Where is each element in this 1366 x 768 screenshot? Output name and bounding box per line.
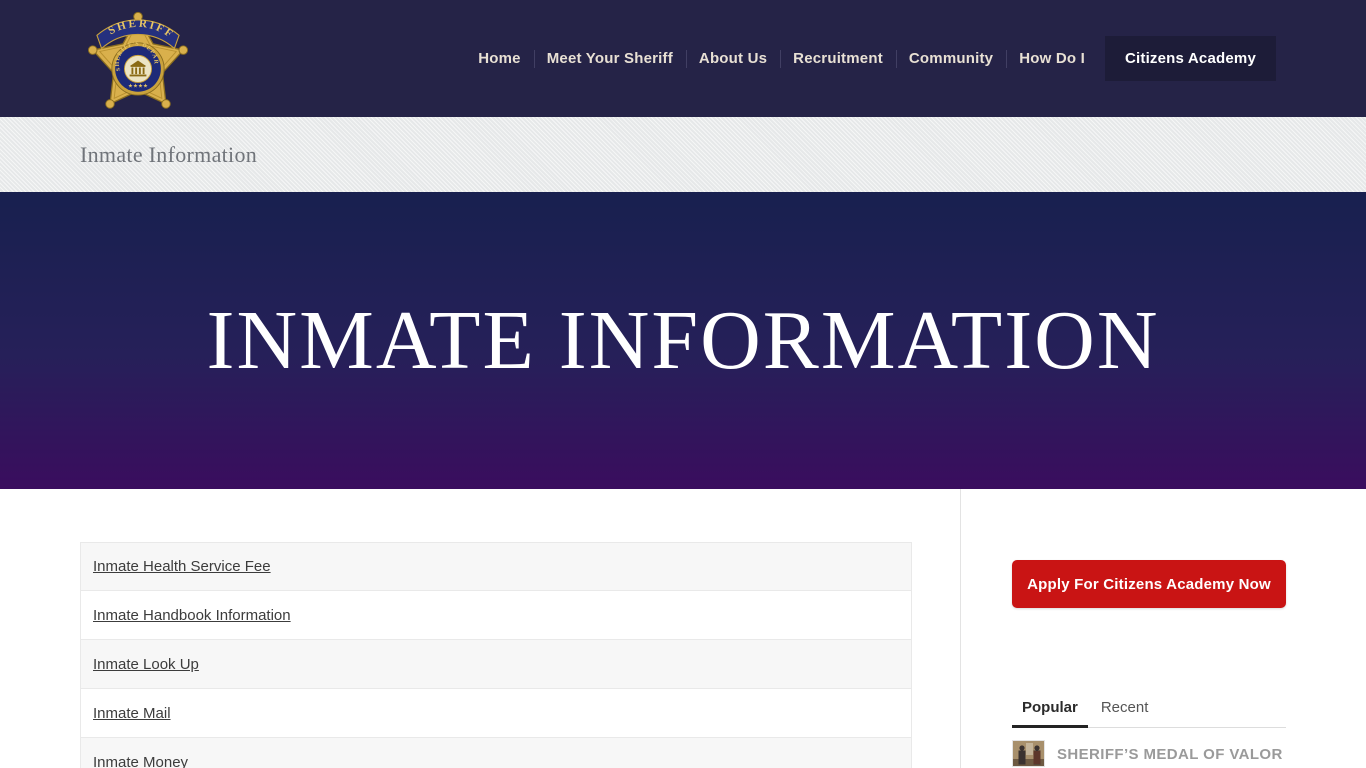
tab-recent[interactable]: Recent bbox=[1091, 699, 1159, 728]
nav-item-home[interactable]: Home bbox=[465, 36, 533, 81]
nav-link-meet-your-sheriff[interactable]: Meet Your Sheriff bbox=[534, 36, 686, 81]
main-column: Inmate Health Service Fee Inmate Handboo… bbox=[80, 489, 912, 768]
nav-link-citizens-academy[interactable]: Citizens Academy bbox=[1105, 36, 1276, 81]
nav-item-recruitment[interactable]: Recruitment bbox=[780, 36, 896, 81]
popular-post-item[interactable]: SHERIFF’S MEDAL OF VALOR bbox=[1012, 740, 1286, 767]
nav-item-meet-your-sheriff[interactable]: Meet Your Sheriff bbox=[534, 36, 686, 81]
page-title: INMATE INFORMATION bbox=[207, 292, 1160, 389]
list-item[interactable]: Inmate Money bbox=[80, 738, 912, 768]
apply-citizens-academy-button[interactable]: Apply For Citizens Academy Now bbox=[1012, 560, 1286, 608]
nav-link-how-do-i[interactable]: How Do I bbox=[1006, 36, 1098, 81]
inmate-links-list: Inmate Health Service Fee Inmate Handboo… bbox=[80, 542, 912, 768]
inmate-health-service-fee-link[interactable]: Inmate Health Service Fee bbox=[93, 558, 271, 575]
list-item[interactable]: Inmate Handbook Information bbox=[80, 591, 912, 640]
nav-link-recruitment[interactable]: Recruitment bbox=[780, 36, 896, 81]
breadcrumb-bar: Inmate Information bbox=[0, 117, 1366, 192]
main-navigation: Home Meet Your Sheriff About Us Recruitm… bbox=[465, 36, 1276, 81]
nav-link-home[interactable]: Home bbox=[465, 36, 533, 81]
sidebar-tabs: Popular Recent bbox=[1012, 699, 1286, 728]
content-area: Inmate Health Service Fee Inmate Handboo… bbox=[0, 489, 1366, 768]
nav-item-about-us[interactable]: About Us bbox=[686, 36, 780, 81]
nav-item-how-do-i[interactable]: How Do I bbox=[1006, 36, 1098, 81]
nav-item-community[interactable]: Community bbox=[896, 36, 1006, 81]
post-title-link[interactable]: SHERIFF’S MEDAL OF VALOR bbox=[1057, 746, 1283, 763]
tab-popular[interactable]: Popular bbox=[1012, 699, 1088, 728]
nav-link-community[interactable]: Community bbox=[896, 36, 1006, 81]
sheriff-star-icon: SHERIFF'S DEPARTMENT ★★★★ SHERIFF bbox=[82, 6, 194, 116]
hero-banner: INMATE INFORMATION bbox=[0, 192, 1366, 489]
sidebar: Apply For Citizens Academy Now Popular R… bbox=[960, 489, 1286, 768]
svg-text:★★★★: ★★★★ bbox=[128, 82, 148, 89]
inmate-money-link[interactable]: Inmate Money bbox=[93, 754, 188, 768]
list-item[interactable]: Inmate Mail bbox=[80, 689, 912, 738]
nav-link-about-us[interactable]: About Us bbox=[686, 36, 780, 81]
inmate-mail-link[interactable]: Inmate Mail bbox=[93, 705, 171, 722]
post-thumbnail[interactable] bbox=[1012, 740, 1045, 767]
list-item[interactable]: Inmate Health Service Fee bbox=[80, 542, 912, 591]
list-item[interactable]: Inmate Look Up bbox=[80, 640, 912, 689]
sheriff-badge-logo[interactable]: SHERIFF'S DEPARTMENT ★★★★ SHERIFF bbox=[82, 6, 194, 116]
breadcrumb-title: Inmate Information bbox=[80, 142, 257, 168]
site-header: SHERIFF'S DEPARTMENT ★★★★ SHERIFF Home M… bbox=[0, 0, 1366, 117]
medal-ceremony-photo-icon bbox=[1013, 741, 1045, 767]
nav-item-citizens-academy[interactable]: Citizens Academy bbox=[1098, 36, 1276, 81]
inmate-handbook-information-link[interactable]: Inmate Handbook Information bbox=[93, 607, 291, 624]
inmate-look-up-link[interactable]: Inmate Look Up bbox=[93, 656, 199, 673]
